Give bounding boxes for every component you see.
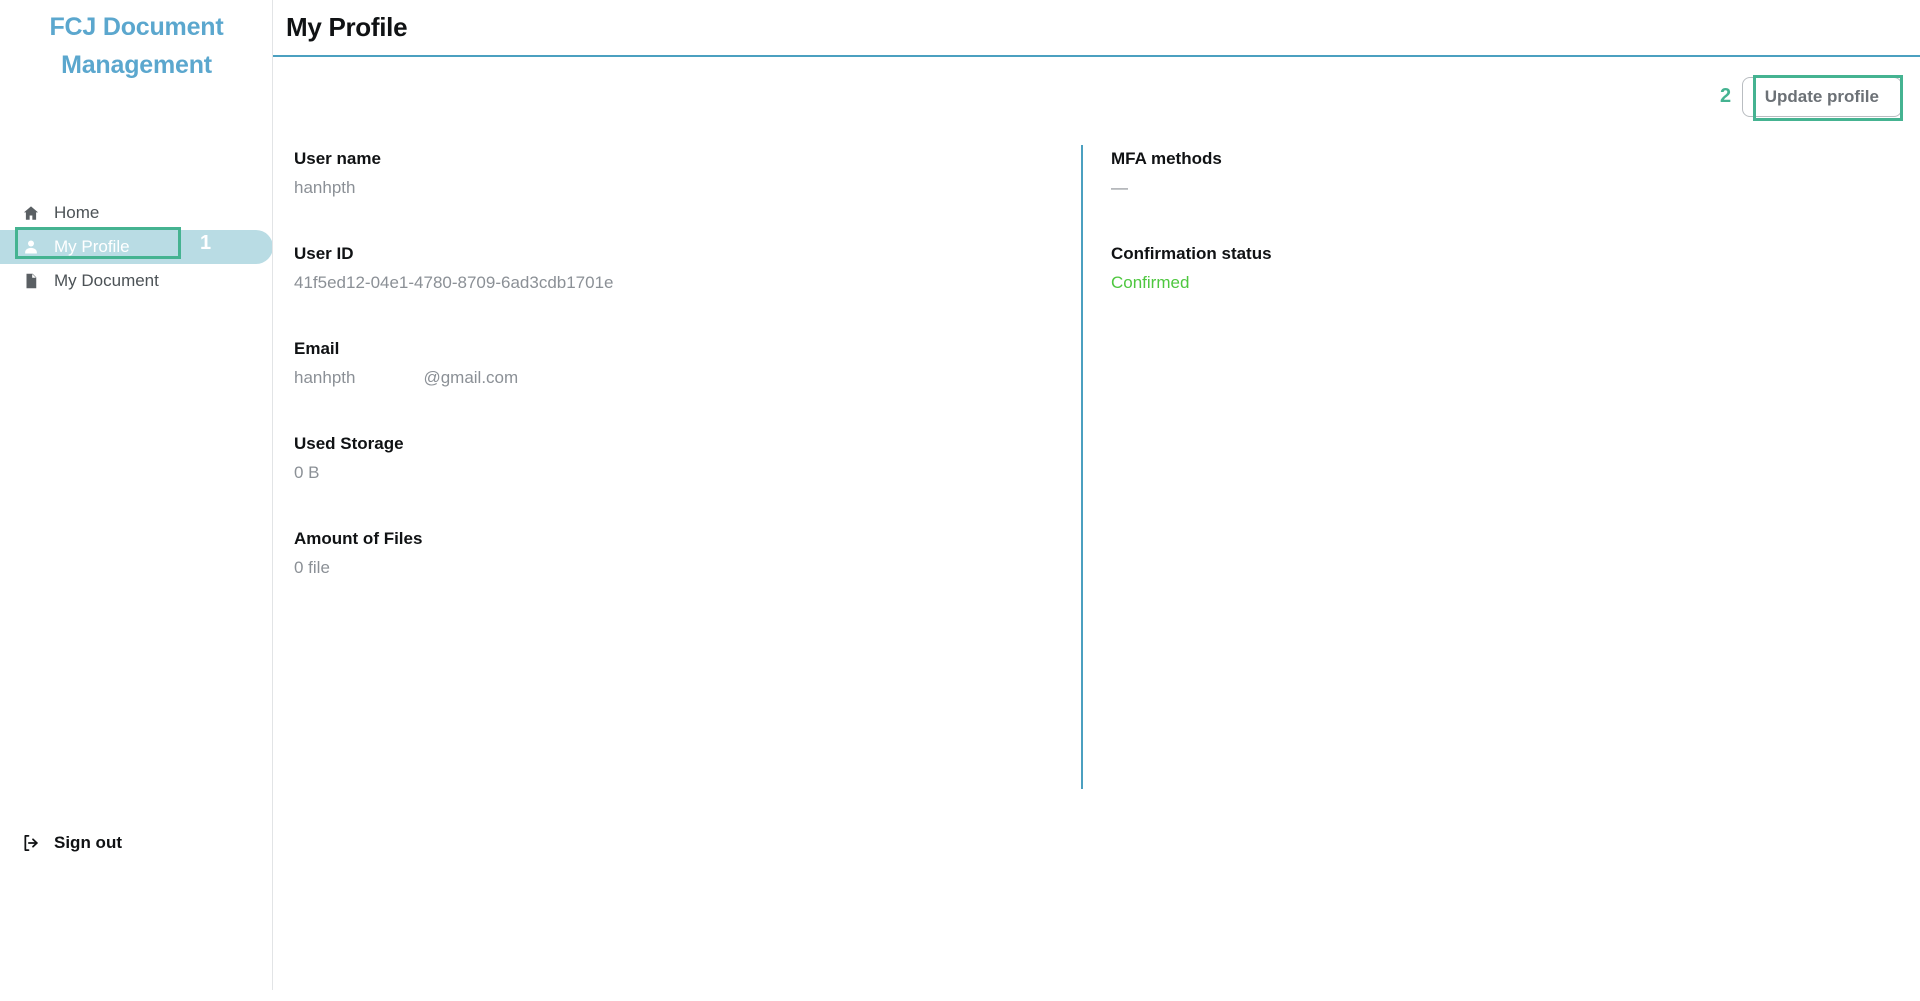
field-email-value-suffix: @gmail.com (423, 368, 519, 387)
logout-icon (20, 832, 42, 854)
field-user-name-label: User name (294, 149, 381, 168)
update-profile-button[interactable]: Update profile (1741, 77, 1902, 117)
column-divider (1081, 145, 1083, 789)
field-mfa-methods-value: — (1111, 178, 1128, 197)
field-amount-of-files: Amount of Files 0 file (294, 528, 1054, 579)
field-amount-of-files-label: Amount of Files (294, 529, 423, 548)
profile-content: User name hanhpth User ID 41f5ed12-04e1-… (273, 119, 1920, 1001)
page-title: My Profile (286, 12, 408, 42)
user-icon (20, 236, 42, 258)
field-email: Email hanhpth @gmail.com (294, 338, 1054, 389)
action-bar: Update profile (273, 57, 1920, 119)
field-used-storage-value: 0 B (294, 463, 320, 482)
sign-out-label: Sign out (54, 833, 122, 852)
field-confirmation-status-label: Confirmation status (1111, 244, 1272, 263)
app-logo-line-1: FCJ Document (49, 13, 224, 41)
document-icon (20, 270, 42, 292)
status-badge: Confirmed (1111, 273, 1190, 292)
field-used-storage: Used Storage 0 B (294, 433, 1054, 484)
field-amount-of-files-value: 0 file (294, 558, 330, 577)
field-mfa-methods-label: MFA methods (1111, 149, 1222, 168)
field-user-name-value: hanhpth (294, 178, 356, 197)
home-icon (20, 202, 42, 224)
sidebar-item-my-profile-label: My Profile (54, 237, 130, 256)
sidebar-item-my-profile[interactable]: My Profile (0, 230, 273, 264)
sidebar: FCJ Document Management Home My Profile … (0, 0, 273, 1001)
sidebar-item-home-label: Home (54, 203, 100, 222)
sidebar-item-my-document-label: My Document (54, 271, 159, 290)
profile-right-column: MFA methods — Confirmation status Confir… (1111, 148, 1871, 294)
field-user-id: User ID 41f5ed12-04e1-4780-8709-6ad3cdb1… (294, 243, 1054, 294)
field-email-value: hanhpth @gmail.com (294, 367, 1054, 389)
sidebar-item-home[interactable]: Home (0, 196, 273, 230)
field-email-label: Email (294, 339, 340, 358)
field-confirmation-status: Confirmation status Confirmed (1111, 243, 1871, 294)
field-user-name: User name hanhpth (294, 148, 1054, 199)
field-mfa-methods: MFA methods — (1111, 148, 1871, 199)
app-logo: FCJ Document Management (0, 8, 273, 84)
field-user-id-label: User ID (294, 244, 354, 263)
sidebar-item-my-document[interactable]: My Document (0, 264, 273, 298)
field-email-value-prefix: hanhpth (294, 368, 356, 387)
app-logo-line-2: Management (61, 51, 212, 79)
sidebar-nav: Home My Profile My Document (0, 196, 273, 298)
field-used-storage-label: Used Storage (294, 434, 404, 453)
sign-out-button[interactable]: Sign out (20, 832, 122, 854)
field-user-id-value: 41f5ed12-04e1-4780-8709-6ad3cdb1701e (294, 273, 614, 292)
page-header: My Profile (273, 0, 1920, 56)
app-root: FCJ Document Management Home My Profile … (0, 0, 1920, 1001)
profile-left-column: User name hanhpth User ID 41f5ed12-04e1-… (294, 148, 1054, 579)
